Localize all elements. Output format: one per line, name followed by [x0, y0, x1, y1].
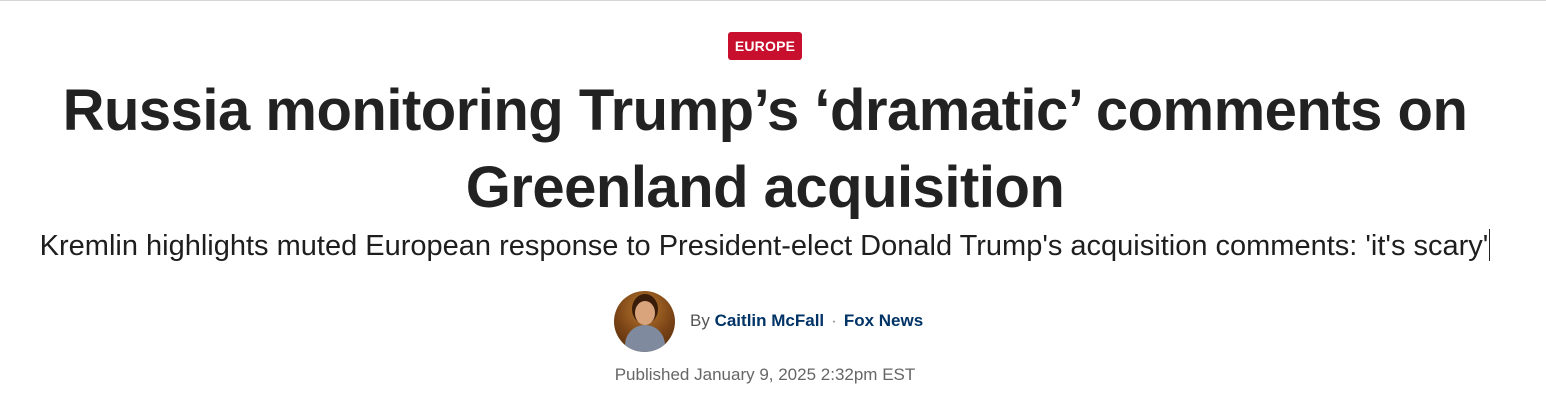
article-header: EUROPE Russia monitoring Trump’s ‘dramat…: [0, 0, 1546, 401]
category-badge[interactable]: EUROPE: [728, 32, 802, 60]
byline-prefix: By: [690, 311, 710, 330]
avatar-body-shape: [625, 324, 665, 352]
article-headline: Russia monitoring Trump’s ‘dramatic’ com…: [62, 78, 1468, 220]
byline-separator: ·: [831, 311, 837, 330]
author-avatar[interactable]: [614, 290, 675, 352]
article-subheadline: Kremlin highlights muted European respon…: [0, 226, 1530, 266]
published-date: January 9, 2025 2:32pm EST: [694, 365, 916, 384]
published-label: Published: [614, 365, 690, 384]
byline: By Caitlin McFall · Fox News: [614, 290, 923, 352]
byline-text: By Caitlin McFall · Fox News: [690, 311, 923, 331]
publisher-link[interactable]: Fox News: [844, 311, 923, 330]
publish-info: Published January 9, 2025 2:32pm EST: [0, 364, 1530, 386]
subheadline-text: Kremlin highlights muted European respon…: [39, 230, 1489, 262]
avatar-head-shape: [635, 300, 655, 325]
text-cursor: [1489, 229, 1491, 261]
author-link[interactable]: Caitlin McFall: [715, 311, 825, 330]
